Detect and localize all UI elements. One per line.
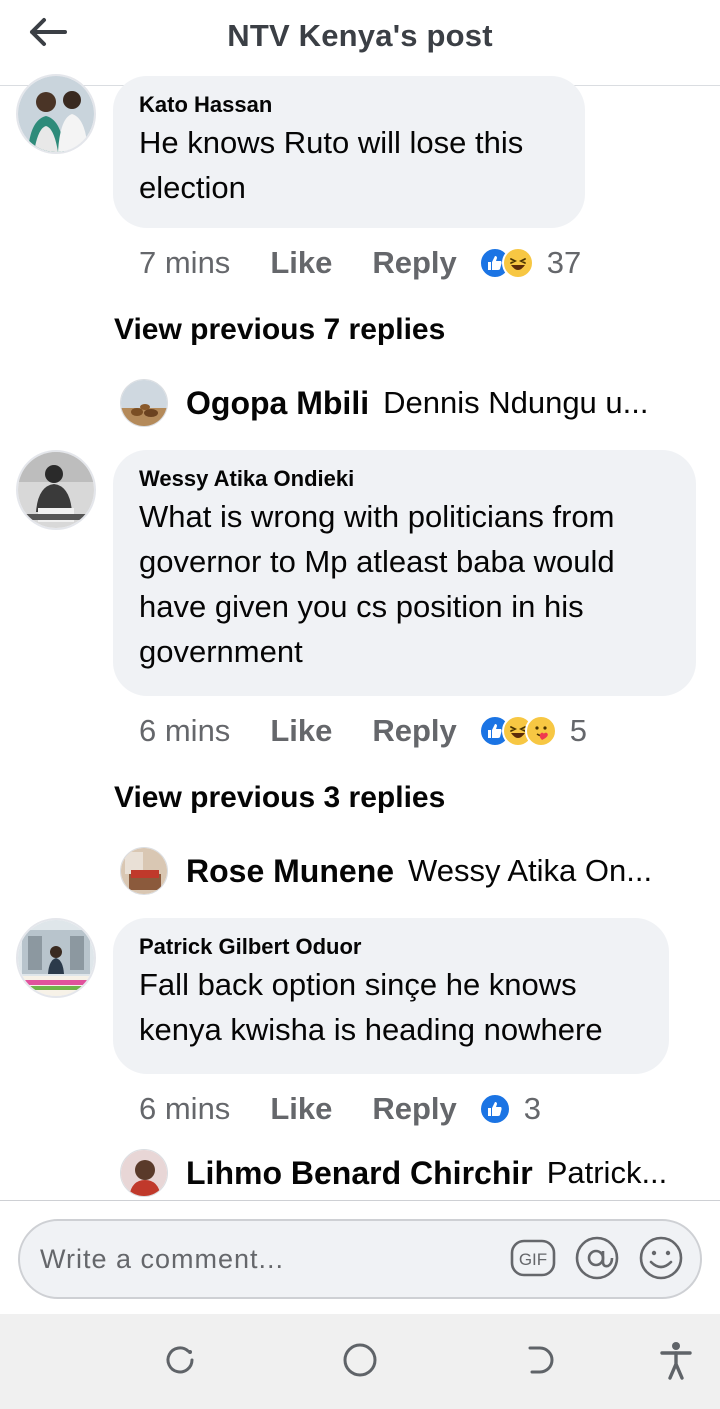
comment-input[interactable]	[40, 1237, 500, 1281]
mention-button[interactable]	[574, 1235, 620, 1286]
comment-composer-bar: GIF	[0, 1200, 720, 1314]
home-button[interactable]	[338, 1342, 382, 1382]
comment-actions: 6 mins Like Reply 3	[139, 1089, 541, 1129]
avatar[interactable]	[16, 450, 96, 530]
reactions-summary[interactable]	[478, 1093, 511, 1125]
avatar	[120, 847, 168, 895]
reply-preview[interactable]: Lihmo Benard Chirchir Patrick...	[120, 1148, 670, 1198]
comment-author[interactable]: Wessy Atika Ondieki	[139, 464, 670, 494]
reaction-count: 3	[523, 1091, 542, 1126]
at-sign-icon	[574, 1235, 620, 1286]
reply-text: Patrick...	[546, 1155, 668, 1190]
top-bar: NTV Kenya's post	[0, 0, 720, 86]
accessibility-button[interactable]	[654, 1340, 698, 1385]
recent-apps-icon	[162, 1342, 198, 1383]
comment-time: 7 mins	[139, 245, 231, 280]
svg-text:GIF: GIF	[519, 1250, 547, 1269]
system-navigation-bar	[0, 1314, 720, 1409]
reaction-count: 5	[569, 713, 588, 748]
like-button[interactable]: Like	[270, 245, 332, 281]
comment-time: 6 mins	[139, 713, 231, 748]
emoji-button[interactable]	[638, 1235, 684, 1286]
reply-author[interactable]: Rose Munene	[186, 853, 394, 890]
accessibility-icon	[658, 1340, 694, 1385]
thumbs-up-icon	[478, 1093, 511, 1125]
comment-text: What is wrong with politicians from gove…	[139, 499, 615, 669]
avatar[interactable]	[16, 74, 96, 154]
haha-emoji-icon	[501, 247, 534, 279]
comment-text: Fall back option sinçe he knows kenya kw…	[139, 967, 603, 1047]
reply-button[interactable]: Reply	[372, 1091, 456, 1127]
comment-bubble[interactable]: Wessy Atika Ondieki What is wrong with p…	[113, 450, 696, 696]
reply-author[interactable]: Ogopa Mbili	[186, 385, 369, 422]
view-previous-replies[interactable]: View previous 3 replies	[114, 781, 445, 815]
comment-bubble[interactable]: Kato Hassan He knows Ruto will lose this…	[113, 76, 585, 228]
reply-button[interactable]: Reply	[372, 713, 456, 749]
avatar	[120, 379, 168, 427]
recent-apps-button[interactable]	[158, 1342, 202, 1382]
comment-time: 6 mins	[139, 1091, 231, 1126]
reactions-summary[interactable]	[478, 715, 557, 747]
back-nav-icon	[522, 1342, 558, 1383]
comment-actions: 6 mins Like Reply 5	[139, 711, 587, 751]
smiley-icon	[638, 1235, 684, 1286]
system-back-button[interactable]	[518, 1342, 562, 1382]
reply-text: Dennis Ndungu u...	[383, 385, 649, 420]
reactions-summary[interactable]	[478, 247, 534, 279]
like-button[interactable]: Like	[270, 1091, 332, 1127]
care-emoji-icon	[524, 715, 557, 747]
comment-composer: GIF	[18, 1219, 702, 1299]
comment-author[interactable]: Kato Hassan	[139, 90, 559, 120]
view-previous-replies[interactable]: View previous 7 replies	[114, 313, 445, 347]
avatar[interactable]	[16, 918, 96, 998]
avatar	[120, 1149, 168, 1197]
page-title: NTV Kenya's post	[227, 18, 493, 53]
like-button[interactable]: Like	[270, 713, 332, 749]
reply-author[interactable]: Lihmo Benard Chirchir	[186, 1155, 533, 1192]
comment-text: He knows Ruto will lose this election	[139, 125, 524, 205]
home-circle-icon	[341, 1341, 379, 1384]
comment-actions: 7 mins Like Reply 37	[139, 243, 581, 283]
reply-button[interactable]: Reply	[372, 245, 456, 281]
gif-icon: GIF	[510, 1238, 556, 1283]
gif-button[interactable]: GIF	[510, 1237, 556, 1283]
reply-preview[interactable]: Ogopa Mbili Dennis Ndungu u...	[120, 378, 680, 428]
reply-text: Wessy Atika On...	[408, 853, 653, 888]
comment-bubble[interactable]: Patrick Gilbert Oduor Fall back option s…	[113, 918, 669, 1074]
reaction-count: 37	[546, 245, 582, 280]
reply-preview[interactable]: Rose Munene Wessy Atika On...	[120, 846, 680, 896]
comment-author[interactable]: Patrick Gilbert Oduor	[139, 932, 643, 962]
